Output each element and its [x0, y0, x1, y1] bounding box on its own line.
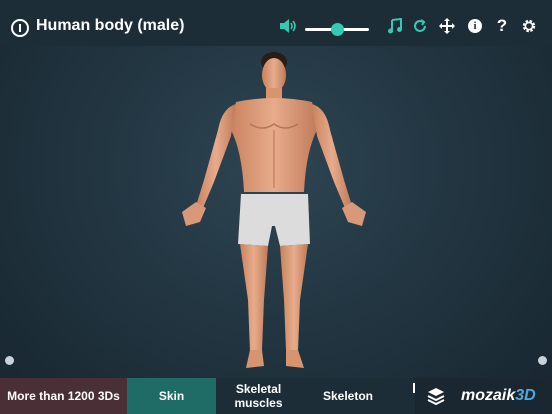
brand-logo: mozaik3D — [461, 387, 536, 405]
tab-skeletal-muscles[interactable]: Skeletal muscles — [216, 378, 301, 414]
tab-skin-label: Skin — [158, 389, 185, 403]
page-title: Human body (male) — [36, 17, 185, 34]
brand-name: mozaik — [461, 387, 516, 404]
move-arrows-icon[interactable] — [436, 15, 458, 37]
human-body-model[interactable] — [0, 46, 552, 378]
volume-slider[interactable] — [305, 23, 369, 36]
left-nav-dot[interactable] — [5, 356, 14, 365]
3d-viewport[interactable] — [0, 46, 552, 378]
bottom-tabbar: More than 1200 3Ds Skin Skeletal muscles… — [0, 378, 552, 414]
info-icon[interactable]: i — [464, 15, 486, 37]
reset-icon[interactable] — [409, 15, 431, 37]
brand-suffix: 3D — [515, 387, 536, 404]
volume-slider-thumb[interactable] — [330, 23, 344, 36]
tab-skeleton[interactable]: Skeleton — [301, 378, 395, 414]
tab-more-label: More than 1200 3Ds — [7, 389, 120, 403]
tab-more-3ds[interactable]: More than 1200 3Ds — [0, 378, 127, 414]
layers-icon[interactable] — [426, 386, 446, 406]
tab-muscles-label-line1: Skeletal — [235, 382, 282, 396]
tab-skeleton-label: Skeleton — [322, 389, 373, 403]
question-icon[interactable]: ? — [491, 15, 513, 37]
tab-skin[interactable]: Skin — [127, 378, 216, 414]
music-note-icon[interactable] — [384, 15, 406, 37]
right-nav-dot[interactable] — [538, 356, 547, 365]
info-circle-icon[interactable] — [11, 19, 29, 37]
brand-corner: mozaik3D — [415, 378, 552, 414]
tab-muscles-label-line2: muscles — [234, 396, 283, 410]
gear-icon[interactable] — [518, 15, 540, 37]
speaker-icon[interactable] — [277, 15, 299, 37]
top-toolbar: Human body (male) i ? — [0, 0, 552, 46]
